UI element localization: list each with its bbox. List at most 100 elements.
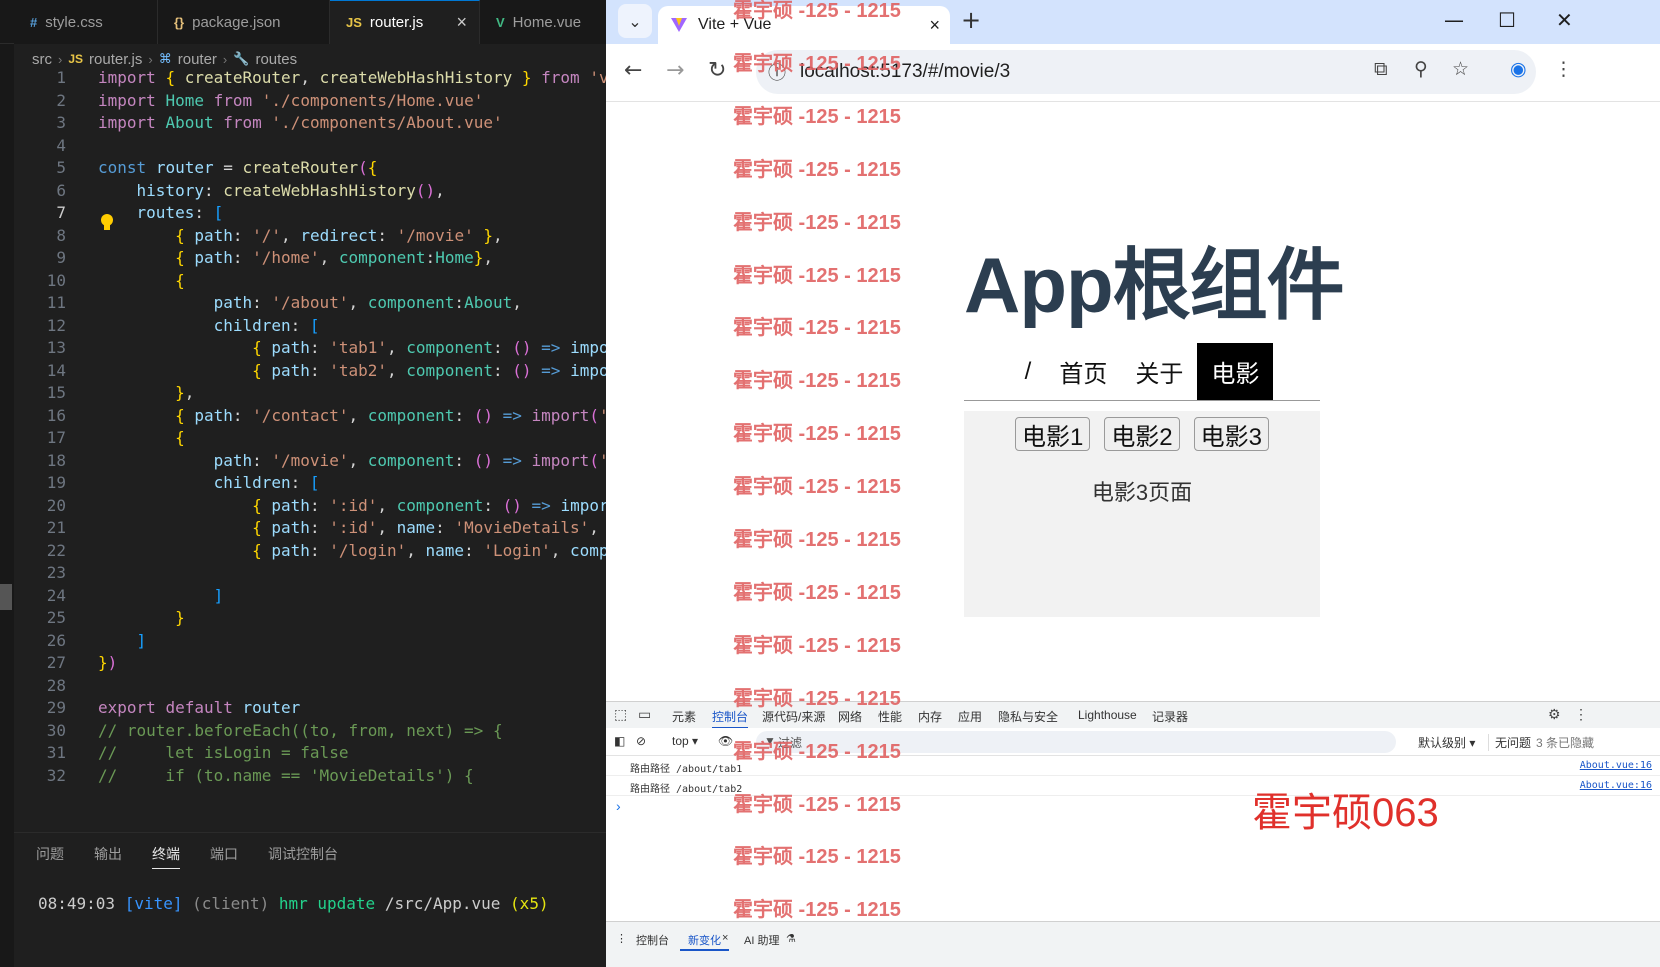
movie-3-button[interactable]: 电影3: [1193, 417, 1270, 451]
panel-tab-terminal[interactable]: 终端: [152, 844, 180, 869]
code-line[interactable]: 11 path: '/about', component:About,: [0, 291, 606, 315]
devtools-tab-application[interactable]: 应用: [958, 708, 982, 725]
minimize-icon[interactable]: —: [1444, 8, 1464, 32]
code-line[interactable]: 24 ]: [0, 584, 606, 608]
forward-arrow-icon[interactable]: →: [666, 58, 684, 83]
code-text: { path: ':id', component: () => impor: [252, 495, 606, 515]
code-line[interactable]: 27}): [0, 651, 606, 675]
drawer-menu-icon[interactable]: ⋮: [616, 932, 627, 945]
line-number: 25: [46, 608, 66, 627]
code-line[interactable]: 19 children: [: [0, 471, 606, 495]
line-number: 9: [56, 248, 66, 267]
close-tab-icon[interactable]: ×: [456, 12, 467, 33]
nav-link-root[interactable]: /: [1011, 343, 1046, 400]
translate-icon[interactable]: ⧉: [1374, 58, 1388, 80]
watermark-text: 霍宇硕 -125 - 1215: [733, 52, 901, 75]
code-line[interactable]: 16 { path: '/contact', component: () => …: [0, 404, 606, 428]
code-line[interactable]: 23: [0, 561, 606, 585]
code-line[interactable]: 21 { path: ':id', name: 'MovieDetails',: [0, 516, 606, 540]
maximize-icon[interactable]: ☐: [1498, 8, 1516, 32]
code-line[interactable]: 15 },: [0, 381, 606, 405]
tab-style-css[interactable]: # style.css: [14, 0, 158, 44]
code-line[interactable]: 32 // if (to.name == 'MovieDetails') {: [0, 764, 606, 788]
inspect-element-icon[interactable]: ⬚: [614, 706, 627, 723]
code-line[interactable]: 25 }: [0, 606, 606, 630]
drawer-tab-ai-assistant[interactable]: AI 助理: [744, 932, 779, 948]
code-line[interactable]: 5 const router = createRouter({: [0, 156, 606, 180]
code-line[interactable]: 18 path: '/movie', component: () => impo…: [0, 449, 606, 473]
devtools-tab-privacy[interactable]: 隐私与安全: [998, 708, 1058, 725]
clear-console-icon[interactable]: ⊘: [636, 734, 646, 748]
code-line[interactable]: 28: [0, 674, 606, 698]
watermark-text: 霍宇硕 -125 - 1215: [733, 105, 901, 128]
devtools-tab-memory[interactable]: 内存: [918, 708, 942, 725]
devtools-tab-recorder[interactable]: 记录器: [1152, 708, 1188, 725]
back-arrow-icon[interactable]: ←: [624, 58, 642, 83]
sidebar-toggle-icon[interactable]: ◧: [614, 734, 625, 748]
log-level-select[interactable]: 默认级别 ▾: [1418, 734, 1475, 751]
breadcrumb-file[interactable]: router.js: [89, 51, 142, 68]
code-line[interactable]: 14 { path: 'tab2', component: () => impo: [0, 359, 606, 383]
code-line[interactable]: 26 ]: [0, 629, 606, 653]
panel-tab-problems[interactable]: 问题: [36, 844, 64, 869]
breadcrumb-symbol[interactable]: router: [178, 51, 217, 68]
code-line[interactable]: 29 export default router: [0, 696, 606, 720]
movie-2-button[interactable]: 电影2: [1104, 417, 1180, 451]
code-line[interactable]: 7 routes: [: [0, 201, 606, 225]
code-line[interactable]: 13 { path: 'tab1', component: () => impo: [0, 336, 606, 360]
tab-search-button[interactable]: ⌄: [618, 4, 652, 38]
code-line[interactable]: 20 { path: ':id', component: () => impor: [0, 494, 606, 518]
panel-tab-output[interactable]: 输出: [94, 844, 122, 869]
close-window-icon[interactable]: ✕: [1556, 8, 1573, 32]
terminal-output[interactable]: 08:49:03 [vite] (client) hmr update /src…: [38, 894, 549, 913]
log-source-link[interactable]: About.vue:16: [1580, 780, 1652, 791]
code-line[interactable]: 30 // router.beforeEach((to, from, next) …: [0, 719, 606, 743]
eye-icon[interactable]: 👁: [718, 734, 733, 748]
nav-link-home[interactable]: 首页: [1045, 343, 1121, 400]
device-toolbar-icon[interactable]: ▭: [638, 706, 651, 723]
tab-package-json[interactable]: {} package.json: [158, 0, 330, 44]
nav-link-about[interactable]: 关于: [1121, 343, 1197, 400]
tab-home-vue[interactable]: V Home.vue: [480, 0, 606, 44]
code-line[interactable]: 4: [0, 134, 606, 158]
new-tab-button[interactable]: +: [961, 6, 981, 34]
code-line[interactable]: 6 history: createWebHashHistory(),: [0, 179, 606, 203]
issues-button[interactable]: 无问题: [1488, 734, 1531, 751]
drawer-tab-whats-new[interactable]: 新变化: [680, 932, 729, 951]
code-line[interactable]: 1 import { createRouter, createWebHashHis…: [0, 66, 606, 90]
breadcrumb-property[interactable]: routes: [255, 51, 297, 68]
code-line[interactable]: 31 // let isLogin = false: [0, 741, 606, 765]
zoom-icon[interactable]: ⚲: [1414, 58, 1428, 80]
code-line[interactable]: 17 {: [0, 426, 606, 450]
drawer-tab-console[interactable]: 控制台: [636, 932, 669, 948]
js-file-icon: JS: [68, 52, 84, 66]
context-select[interactable]: top ▾: [672, 734, 698, 748]
menu-more-icon[interactable]: ⋮: [1554, 58, 1573, 80]
code-line[interactable]: 8 { path: '/', redirect: '/movie' },: [0, 224, 606, 248]
menu-more-icon[interactable]: ⋮: [1574, 706, 1588, 723]
close-tab-icon[interactable]: ×: [929, 15, 940, 36]
movie-1-button[interactable]: 电影1: [1014, 417, 1091, 451]
breadcrumb-src[interactable]: src: [32, 51, 52, 68]
nav-link-movie[interactable]: 电影: [1197, 343, 1274, 400]
devtools-tab-elements[interactable]: 元素: [672, 708, 696, 725]
devtools-tab-lighthouse[interactable]: Lighthouse: [1078, 708, 1137, 722]
close-tab-icon[interactable]: ×: [722, 932, 728, 944]
code-line[interactable]: 3 import About from './components/About.v…: [0, 111, 606, 135]
code-line[interactable]: 9 { path: '/home', component:Home},: [0, 246, 606, 270]
panel-tab-debug-console[interactable]: 调试控制台: [268, 844, 338, 869]
code-line[interactable]: 2 import Home from './components/Home.vue…: [0, 89, 606, 113]
bookmark-star-icon[interactable]: ☆: [1452, 58, 1469, 80]
console-prompt[interactable]: ›: [616, 798, 621, 814]
panel-tab-ports[interactable]: 端口: [210, 844, 238, 869]
code-editor[interactable]: 1 import { createRouter, createWebHashHis…: [0, 68, 606, 832]
code-line[interactable]: 12 children: [: [0, 314, 606, 338]
gear-icon[interactable]: ⚙: [1548, 706, 1561, 723]
code-line[interactable]: 22 { path: '/login', name: 'Login', comp: [0, 539, 606, 563]
reload-icon[interactable]: ↻: [708, 58, 726, 83]
tab-router-js[interactable]: JS router.js ×: [330, 0, 480, 44]
profile-icon[interactable]: ◉: [1510, 58, 1527, 80]
log-source-link[interactable]: About.vue:16: [1580, 760, 1652, 771]
code-line[interactable]: 10 {: [0, 269, 606, 293]
lightbulb-icon[interactable]: [100, 214, 114, 232]
